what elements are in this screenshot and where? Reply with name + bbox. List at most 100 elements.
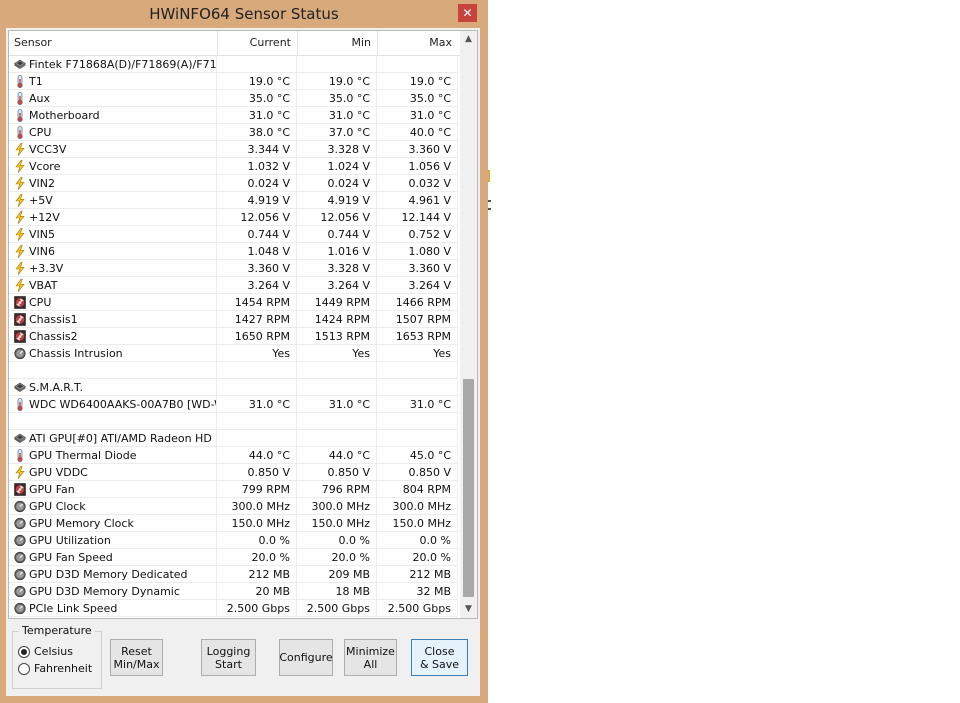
current-value: 44.0 °C bbox=[217, 447, 297, 464]
sensor-row[interactable]: VIN5 0.744 V 0.744 V 0.752 V bbox=[9, 226, 460, 243]
min-value: 0.744 V bbox=[297, 226, 377, 243]
current-value: 31.0 °C bbox=[217, 396, 297, 413]
max-value: 1.056 V bbox=[377, 158, 458, 175]
sensor-row[interactable]: GPU Fan Speed 20.0 % 20.0 % 20.0 % bbox=[9, 549, 460, 566]
current-value: 20 MB bbox=[217, 583, 297, 600]
gauge-icon bbox=[14, 517, 26, 530]
sensor-row[interactable]: Vcore 1.032 V 1.024 V 1.056 V bbox=[9, 158, 460, 175]
column-header-sensor[interactable]: Sensor bbox=[9, 31, 217, 55]
window-title: HWiNFO64 Sensor Status bbox=[149, 5, 339, 23]
current-value: 3.360 V bbox=[217, 260, 297, 277]
sensor-name: VIN2 bbox=[9, 175, 217, 192]
celsius-label[interactable]: Celsius bbox=[34, 645, 73, 658]
sensor-row[interactable]: GPU Clock 300.0 MHz 300.0 MHz 300.0 MHz bbox=[9, 498, 460, 515]
sensor-name: GPU D3D Memory Dedicated bbox=[9, 566, 217, 583]
current-value: 0.850 V bbox=[217, 464, 297, 481]
sensor-row[interactable] bbox=[9, 413, 460, 430]
table-header: Sensor Current Min Max bbox=[9, 31, 460, 56]
max-value: 12.144 V bbox=[377, 209, 458, 226]
sensor-row[interactable]: VCC3V 3.344 V 3.328 V 3.360 V bbox=[9, 141, 460, 158]
selected-row[interactable] bbox=[9, 362, 460, 379]
thermometer-icon bbox=[14, 75, 26, 89]
reset-min-max-button[interactable]: Reset Min/Max bbox=[110, 639, 163, 676]
min-value: Yes bbox=[297, 345, 377, 362]
title-bar[interactable]: HWiNFO64 Sensor Status ✕ bbox=[0, 0, 488, 28]
max-value: 300.0 MHz bbox=[377, 498, 458, 515]
sensor-row[interactable]: +3.3V 3.360 V 3.328 V 3.360 V bbox=[9, 260, 460, 277]
sensor-row[interactable]: CPU 1454 RPM 1449 RPM 1466 RPM bbox=[9, 294, 460, 311]
sensor-row[interactable]: WDC WD6400AAKS-00A7B0 [WD-W... 31.0 °C 31.… bbox=[9, 396, 460, 413]
close-and-save-button[interactable]: Close & Save bbox=[411, 639, 468, 676]
max-value: 3.360 V bbox=[377, 141, 458, 158]
sensor-name: VCC3V bbox=[9, 141, 217, 158]
current-value: 799 RPM bbox=[217, 481, 297, 498]
min-value: 1424 RPM bbox=[297, 311, 377, 328]
sensor-row[interactable]: GPU Utilization 0.0 % 0.0 % 0.0 % bbox=[9, 532, 460, 549]
vertical-scrollbar[interactable]: ▲ ▼ bbox=[460, 31, 477, 618]
sensor-name: CPU bbox=[9, 294, 217, 311]
current-value: 212 MB bbox=[217, 566, 297, 583]
column-header-min[interactable]: Min bbox=[297, 31, 377, 55]
sensor-name: Fintek F71868A(D)/F71869(A)/F718... bbox=[9, 56, 217, 73]
max-value bbox=[377, 56, 458, 73]
min-value bbox=[297, 379, 377, 396]
min-value: 0.850 V bbox=[297, 464, 377, 481]
sensor-status-window: HWiNFO64 Sensor Status ✕ Sensor Current … bbox=[0, 0, 488, 703]
min-value: 150.0 MHz bbox=[297, 515, 377, 532]
sensor-name: +5V bbox=[9, 192, 217, 209]
scroll-down-arrow-icon[interactable]: ▼ bbox=[460, 601, 477, 618]
sensor-row[interactable]: +5V 4.919 V 4.919 V 4.961 V bbox=[9, 192, 460, 209]
sensor-row[interactable]: Chassis2 1650 RPM 1513 RPM 1653 RPM bbox=[9, 328, 460, 345]
sensor-group-row[interactable]: Fintek F71868A(D)/F71869(A)/F718... bbox=[9, 56, 460, 73]
current-value bbox=[217, 430, 297, 447]
fahrenheit-label[interactable]: Fahrenheit bbox=[34, 662, 92, 675]
current-value: 1427 RPM bbox=[217, 311, 297, 328]
celsius-radio[interactable] bbox=[18, 646, 30, 658]
sensor-row[interactable]: GPU D3D Memory Dynamic 20 MB 18 MB 32 MB bbox=[9, 583, 460, 600]
minimize-all-button[interactable]: Minimize All bbox=[344, 639, 397, 676]
max-value bbox=[377, 362, 458, 379]
sensor-group-row[interactable]: S.M.A.R.T. bbox=[9, 379, 460, 396]
max-value: 32 MB bbox=[377, 583, 458, 600]
scroll-up-arrow-icon[interactable]: ▲ bbox=[460, 31, 477, 48]
sensor-row[interactable]: Chassis1 1427 RPM 1424 RPM 1507 RPM bbox=[9, 311, 460, 328]
thermometer-icon bbox=[14, 126, 26, 140]
sensor-row[interactable]: VIN6 1.048 V 1.016 V 1.080 V bbox=[9, 243, 460, 260]
scrollbar-thumb[interactable] bbox=[463, 379, 474, 597]
current-value: 2.500 Gbps bbox=[217, 600, 297, 617]
sensor-name: WDC WD6400AAKS-00A7B0 [WD-W... bbox=[9, 396, 217, 413]
chip-icon bbox=[13, 432, 27, 445]
sensor-row[interactable]: Aux 35.0 °C 35.0 °C 35.0 °C bbox=[9, 90, 460, 107]
sensor-row[interactable]: GPU Thermal Diode 44.0 °C 44.0 °C 45.0 °C bbox=[9, 447, 460, 464]
fahrenheit-radio[interactable] bbox=[18, 663, 30, 675]
sensor-row[interactable]: GPU D3D Memory Dedicated 212 MB 209 MB 212 … bbox=[9, 566, 460, 583]
max-value bbox=[377, 413, 458, 430]
close-window-button[interactable]: ✕ bbox=[458, 4, 477, 22]
sensor-row[interactable]: T1 19.0 °C 19.0 °C 19.0 °C bbox=[9, 73, 460, 90]
max-value: 1507 RPM bbox=[377, 311, 458, 328]
background-window-fragment bbox=[488, 170, 491, 210]
sensor-row[interactable]: VIN2 0.024 V 0.024 V 0.032 V bbox=[9, 175, 460, 192]
sensor-row[interactable]: Chassis Intrusion Yes Yes Yes bbox=[9, 345, 460, 362]
min-value bbox=[297, 413, 377, 430]
logging-start-button[interactable]: Logging Start bbox=[201, 639, 256, 676]
sensor-name: VIN5 bbox=[9, 226, 217, 243]
sensor-row[interactable]: CPU 38.0 °C 37.0 °C 40.0 °C bbox=[9, 124, 460, 141]
sensor-row[interactable]: PCIe Link Speed 2.500 Gbps 2.500 Gbps 2.500… bbox=[9, 600, 460, 617]
sensor-row[interactable]: GPU VDDC 0.850 V 0.850 V 0.850 V bbox=[9, 464, 460, 481]
sensor-row[interactable]: VBAT 3.264 V 3.264 V 3.264 V bbox=[9, 277, 460, 294]
configure-button[interactable]: Configure bbox=[279, 639, 333, 676]
current-value: 38.0 °C bbox=[217, 124, 297, 141]
sensor-group-row[interactable]: ATI GPU[#0] ATI/AMD Radeon HD ... bbox=[9, 430, 460, 447]
sensor-row[interactable]: GPU Memory Clock 150.0 MHz 150.0 MHz 150.0 … bbox=[9, 515, 460, 532]
sensor-row[interactable]: GPU Fan 799 RPM 796 RPM 804 RPM bbox=[9, 481, 460, 498]
sensor-name: GPU Thermal Diode bbox=[9, 447, 217, 464]
column-header-max[interactable]: Max bbox=[377, 31, 458, 55]
column-header-current[interactable]: Current bbox=[217, 31, 297, 55]
min-value: 2.500 Gbps bbox=[297, 600, 377, 617]
max-value: 35.0 °C bbox=[377, 90, 458, 107]
min-value: 3.328 V bbox=[297, 260, 377, 277]
fan-icon bbox=[14, 313, 26, 326]
sensor-row[interactable]: +12V 12.056 V 12.056 V 12.144 V bbox=[9, 209, 460, 226]
sensor-row[interactable]: Motherboard 31.0 °C 31.0 °C 31.0 °C bbox=[9, 107, 460, 124]
